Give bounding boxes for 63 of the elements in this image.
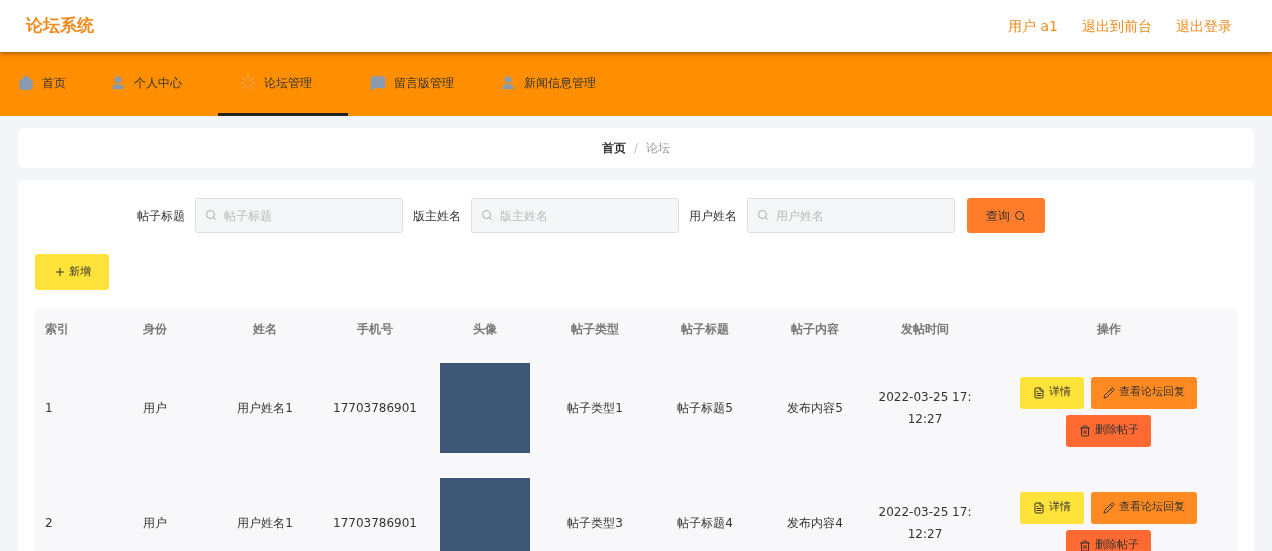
trash-icon — [1078, 424, 1091, 437]
field-label: 版主姓名 — [413, 207, 461, 225]
table-cell-text: 帖子标题4 — [677, 514, 733, 532]
column-header: 索引 — [45, 321, 69, 338]
user-icon — [110, 74, 126, 91]
message-icon — [370, 74, 386, 91]
breadcrumb-link[interactable]: 首页 — [601, 139, 626, 157]
table-cell-text: 发布内容4 — [787, 514, 843, 532]
nav-tab[interactable]: 个人中心 — [88, 52, 218, 116]
field-label: 帖子标题 — [137, 207, 185, 225]
column-header: 操作 — [1096, 321, 1121, 338]
trash-icon — [1078, 539, 1091, 551]
nav-tab[interactable]: 论坛管理 — [218, 52, 348, 116]
view-replies-button[interactable]: 查看论坛回复 — [1091, 491, 1197, 524]
search-icon — [757, 209, 769, 221]
column-header: 帖子标题 — [681, 321, 729, 338]
table-cell-text: 用户姓名1 — [237, 399, 293, 417]
delete-post-button[interactable]: 删除帖子 — [1066, 529, 1151, 551]
column-header: 身份 — [143, 321, 167, 338]
document-icon — [1033, 386, 1045, 399]
table-cell-text: 帖子类型1 — [567, 399, 623, 417]
table-cell-text: 发布内容5 — [787, 399, 843, 417]
field-label: 用户姓名 — [689, 207, 737, 225]
table-cell-text: 2 — [45, 514, 53, 532]
column-header: 姓名 — [253, 321, 277, 338]
column-header: 头像 — [473, 321, 497, 338]
user-icon — [500, 74, 516, 91]
delete-post-button[interactable]: 删除帖子 — [1066, 414, 1151, 447]
table-cell-text: 帖子标题5 — [677, 399, 733, 417]
search-field[interactable]: 帖子标题 — [195, 198, 403, 233]
plus-icon — [53, 266, 66, 278]
breadcrumb-link[interactable]: 论坛 — [646, 139, 670, 157]
breadcrumb-separator: / — [633, 140, 638, 157]
table-cell-text: 17703786901 — [333, 399, 417, 417]
table-cell-text: 1 — [45, 399, 53, 417]
view-replies-button[interactable]: 查看论坛回复 — [1091, 376, 1197, 409]
column-header: 帖子类型 — [571, 321, 619, 338]
search-icon — [1014, 209, 1026, 222]
column-header: 手机号 — [357, 321, 393, 338]
spinner-icon — [240, 74, 256, 91]
nav-tab[interactable]: 新闻信息管理 — [478, 52, 618, 116]
details-button[interactable]: 详情 — [1020, 376, 1084, 409]
search-button[interactable]: 查询 — [967, 198, 1045, 233]
table-cell-text: 帖子类型3 — [567, 514, 623, 532]
nav-tab[interactable]: 留言版管理 — [348, 52, 478, 116]
add-button[interactable]: 新增 — [35, 254, 109, 290]
table-cell-text: 17703786901 — [333, 514, 417, 532]
table-cell-text: 用户 — [143, 399, 167, 417]
document-icon — [1033, 501, 1045, 514]
pencil-icon — [1103, 501, 1115, 514]
home-icon — [18, 74, 34, 91]
search-icon — [205, 209, 217, 221]
details-button[interactable]: 详情 — [1020, 491, 1084, 524]
column-header: 帖子内容 — [791, 321, 839, 338]
table-cell-text: 2022-03-25 17:12:27 — [877, 503, 973, 543]
search-icon — [481, 209, 493, 221]
column-header: 发帖时间 — [901, 321, 949, 338]
nav-tab[interactable]: 首页 — [0, 52, 88, 116]
app-title: 论坛系统 — [26, 14, 94, 38]
table-cell-text: 2022-03-25 17:12:27 — [877, 388, 973, 428]
table-cell-text: 用户姓名1 — [237, 514, 293, 532]
table-cell-text: 用户 — [143, 514, 167, 532]
pencil-icon — [1103, 386, 1115, 399]
